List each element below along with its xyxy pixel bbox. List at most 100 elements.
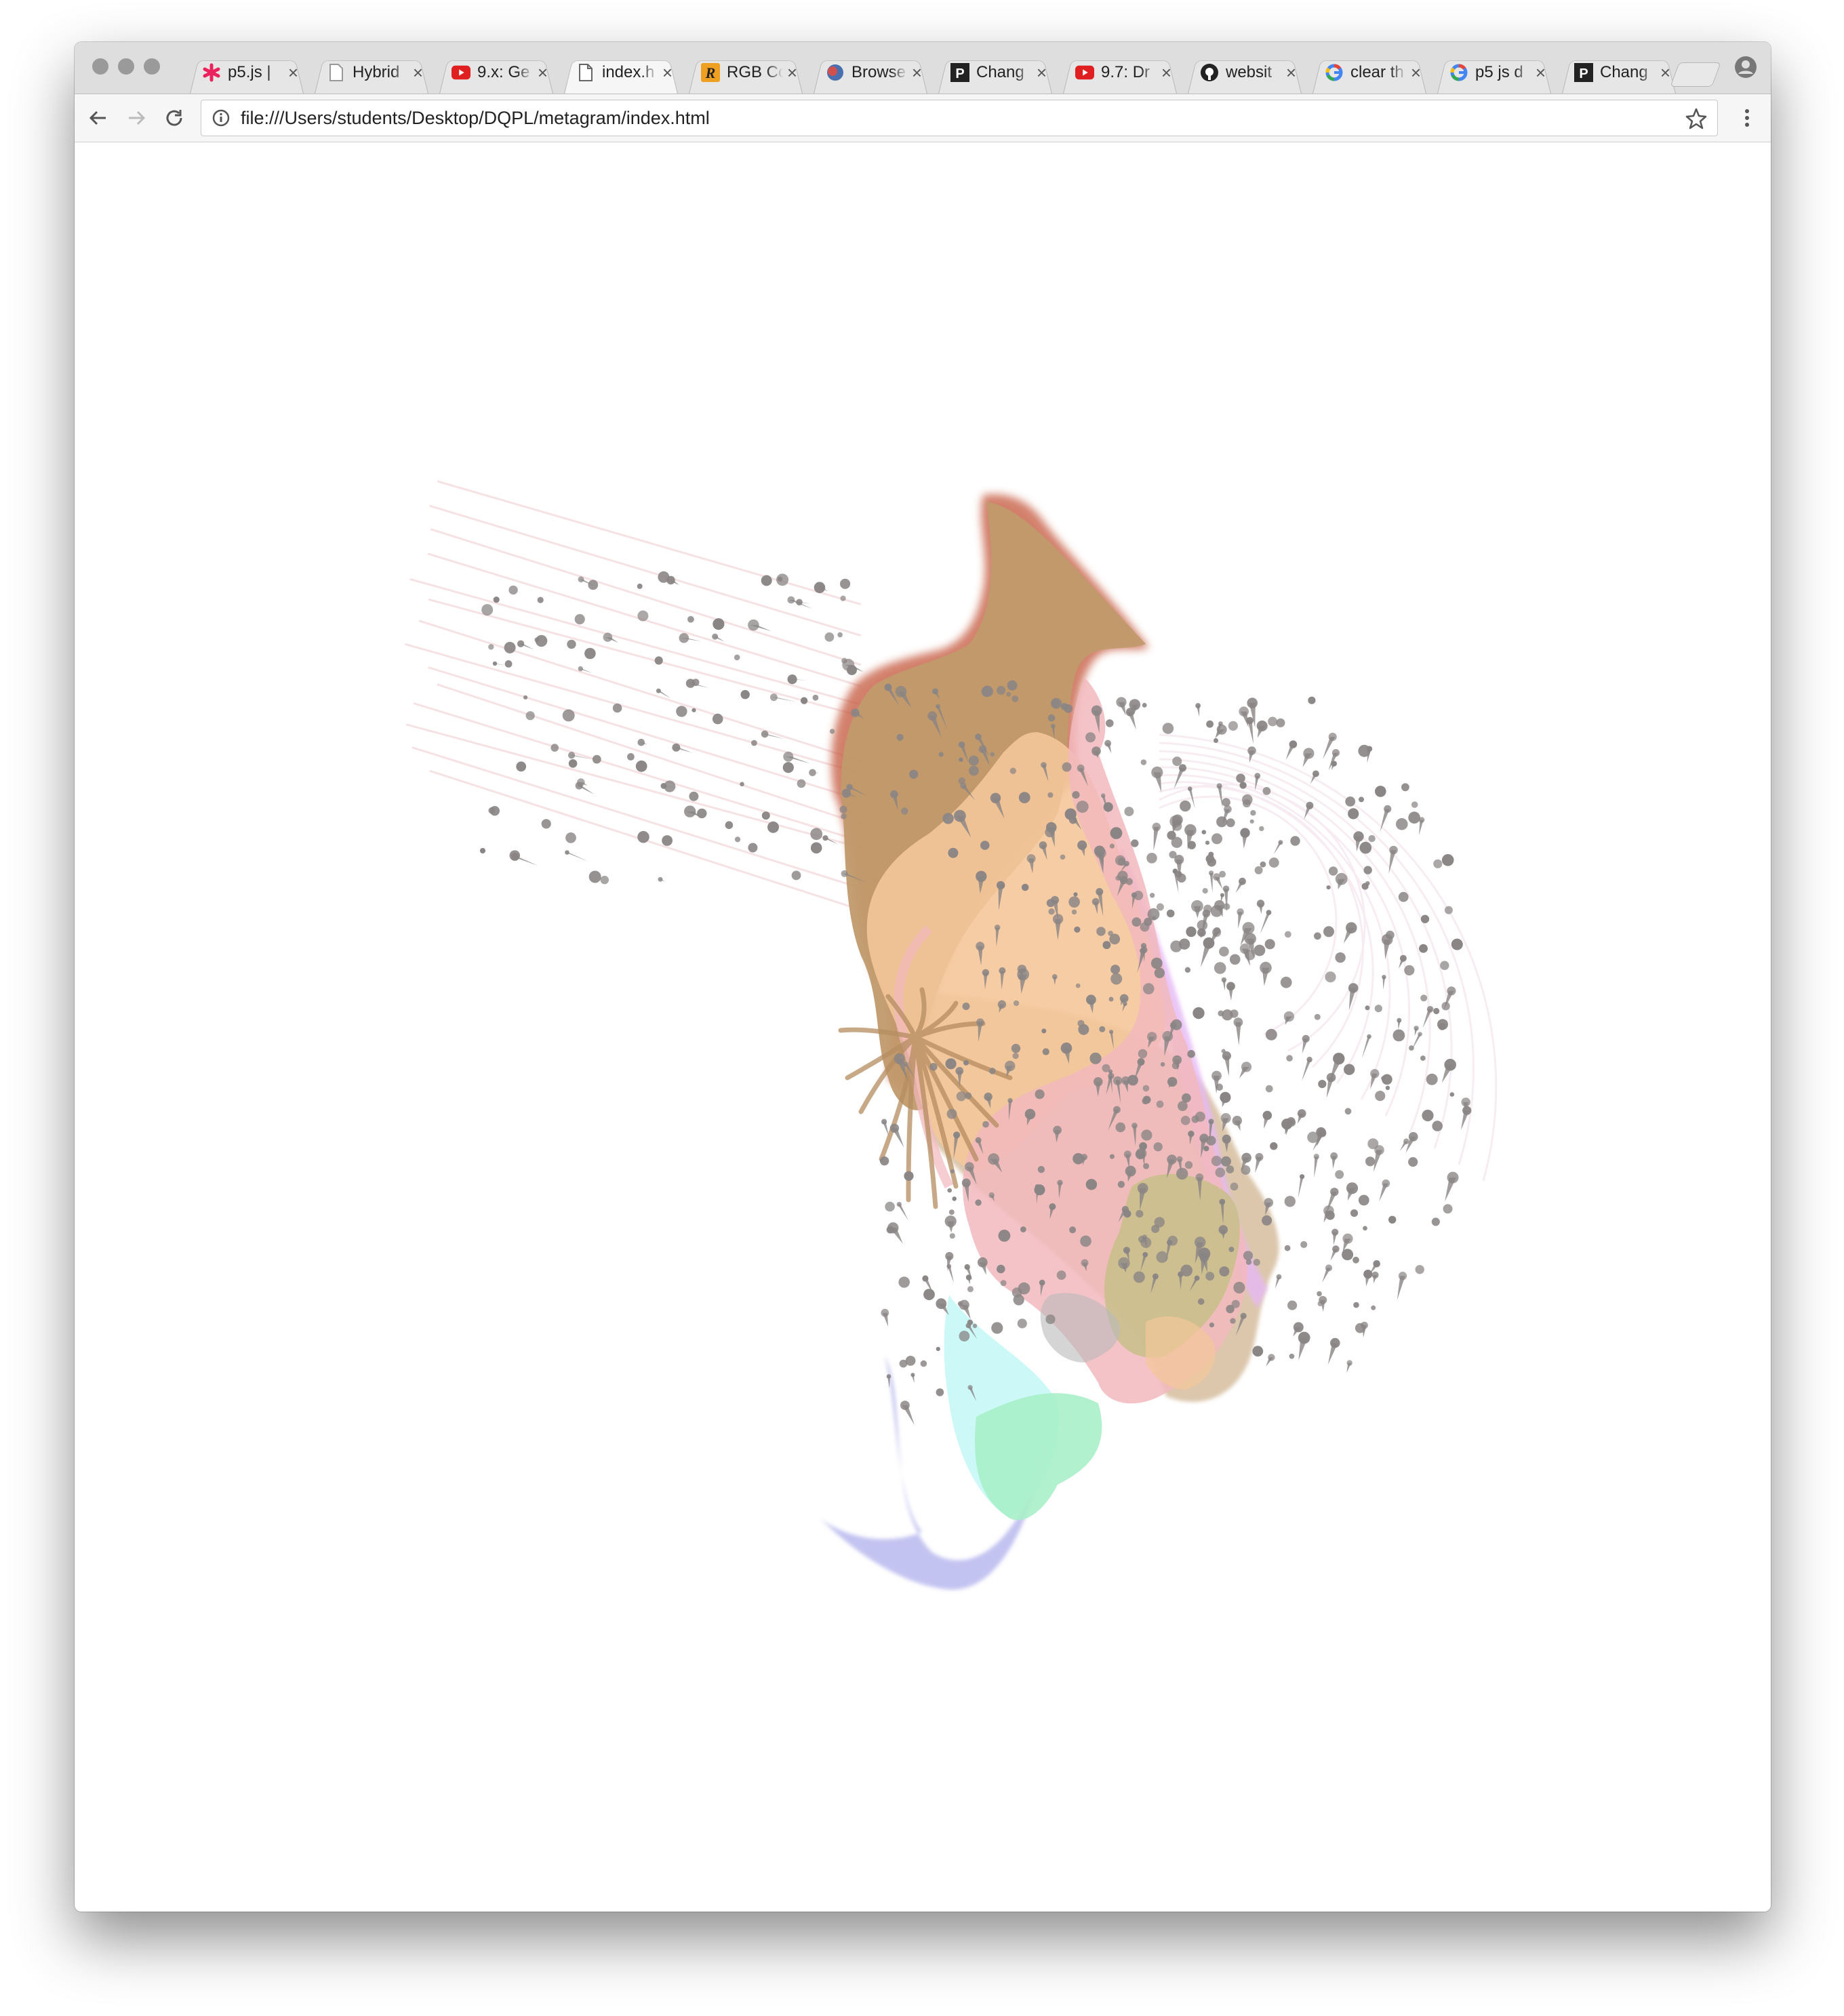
particle-dot <box>1250 810 1256 816</box>
particle-dot <box>761 811 770 820</box>
forward-arrow-icon <box>129 110 146 125</box>
particle-dot <box>574 613 585 625</box>
reload-button[interactable] <box>163 106 186 129</box>
tab-close-icon[interactable]: × <box>413 64 423 81</box>
particle-dot <box>1325 1211 1335 1220</box>
particle-dot <box>1422 1110 1434 1122</box>
particle-dot <box>1203 904 1212 914</box>
particle-dot <box>1221 1156 1231 1167</box>
particle-dot <box>1166 909 1175 918</box>
particle-dot <box>778 576 783 582</box>
tab-close-icon[interactable]: × <box>662 64 673 81</box>
particle-dot <box>1012 1053 1019 1060</box>
globe-icon <box>826 63 845 82</box>
particle-tail <box>1127 712 1136 730</box>
tab-google-2[interactable]: p5 js d × <box>1432 52 1557 94</box>
tab-close-icon[interactable]: × <box>1037 64 1047 81</box>
particle-dot <box>1359 841 1372 854</box>
particle-dot <box>1401 783 1409 792</box>
particle-tail <box>1310 773 1318 784</box>
particle-dot <box>1314 1013 1321 1020</box>
particle-dot <box>1363 866 1372 874</box>
tab-google-1[interactable]: clear th × <box>1307 52 1432 94</box>
particle-dot <box>1438 1023 1446 1030</box>
particle-tail <box>565 852 588 862</box>
particle-dot <box>692 708 696 712</box>
particle-dot <box>1226 1165 1235 1173</box>
info-icon[interactable] <box>211 108 231 128</box>
particle-dot <box>840 595 846 601</box>
new-tab-button[interactable] <box>1670 62 1721 87</box>
particle-dot <box>1202 888 1208 894</box>
particle-dot <box>662 835 673 846</box>
particle-dot <box>1140 1237 1152 1248</box>
particle-dot <box>1344 1064 1355 1075</box>
tab-close-icon[interactable]: × <box>1161 64 1171 81</box>
particle-tail <box>947 1221 955 1233</box>
particle-dot <box>1323 926 1334 938</box>
zoom-window-button[interactable] <box>144 58 160 75</box>
particle-dot <box>1180 1116 1190 1125</box>
bookmark-star-icon[interactable] <box>1685 107 1708 130</box>
particle-dot <box>488 644 494 650</box>
back-arrow-icon <box>89 110 106 125</box>
tab-youtube-1[interactable]: 9.x: Ge × <box>434 52 559 94</box>
particle-dot <box>508 585 518 595</box>
reload-icon <box>166 110 182 126</box>
tab-close-icon[interactable]: × <box>1536 64 1546 81</box>
tab-youtube-2[interactable]: 9.7: Dr × <box>1058 52 1182 94</box>
particle-dot <box>938 752 944 757</box>
particle-dot <box>1117 858 1126 866</box>
particle-dot <box>516 761 527 772</box>
particle-dot <box>1149 893 1155 898</box>
tab-close-icon[interactable]: × <box>538 64 548 81</box>
particle-dot <box>990 752 995 757</box>
particle-dot <box>692 679 700 686</box>
particle-dot <box>1411 801 1418 808</box>
back-button[interactable] <box>87 106 110 129</box>
particle-dot <box>1047 792 1054 798</box>
particle-dot <box>1221 1049 1226 1053</box>
tab-chang-1[interactable]: P Chang × <box>933 52 1058 94</box>
tab-chang-2[interactable]: P Chang × <box>1557 52 1681 94</box>
particle-dot <box>1420 994 1428 1002</box>
tab-close-icon[interactable]: × <box>1660 64 1670 81</box>
particle-tail <box>1333 1232 1338 1245</box>
forward-button[interactable] <box>125 106 148 129</box>
tab-rgb[interactable]: R RGB Co × <box>683 52 808 94</box>
particle-dot <box>1071 909 1077 915</box>
tab-index-active[interactable]: index.h × <box>559 52 683 94</box>
particle-dot <box>1409 1045 1414 1051</box>
tab-p5js[interactable]: p5.js | × <box>184 52 309 94</box>
particle-dot <box>1011 1043 1021 1053</box>
tab-close-icon[interactable]: × <box>912 64 922 81</box>
particle-dot <box>1075 983 1081 988</box>
tab-close-icon[interactable]: × <box>1286 64 1296 81</box>
tab-github[interactable]: websit × <box>1182 52 1307 94</box>
p5-canvas[interactable] <box>75 142 1771 1912</box>
particle-dot <box>1048 908 1055 915</box>
particle-dot <box>1254 866 1263 874</box>
tab-close-icon[interactable]: × <box>787 64 797 81</box>
particle-tail <box>1347 1188 1356 1201</box>
address-bar[interactable]: file:///Users/students/Desktop/DQPL/meta… <box>201 100 1718 136</box>
tab-hybrid[interactable]: Hybrid × <box>309 52 434 94</box>
close-window-button[interactable] <box>92 58 108 75</box>
particle-dot <box>1433 1007 1440 1015</box>
tab-close-icon[interactable]: × <box>288 64 298 81</box>
particle-dot <box>920 1360 927 1367</box>
particle-dot <box>637 830 649 843</box>
minimize-window-button[interactable] <box>118 58 134 75</box>
particle-tail <box>1258 904 1263 914</box>
particle-dot <box>800 697 808 704</box>
particle-dot <box>1415 1265 1424 1274</box>
particle-dot <box>1335 952 1346 963</box>
tab-close-icon[interactable]: × <box>1411 64 1421 81</box>
tab-browse[interactable]: Browse × <box>808 52 933 94</box>
particle-dot <box>989 1068 996 1074</box>
page-viewport <box>75 142 1771 1912</box>
profile-icon[interactable] <box>1734 56 1757 79</box>
tabs: p5.js | × Hybrid × 9.x: Ge × index.h × R… <box>184 52 1681 94</box>
more-menu-icon[interactable] <box>1736 106 1759 129</box>
particle-dot <box>1034 1184 1045 1196</box>
